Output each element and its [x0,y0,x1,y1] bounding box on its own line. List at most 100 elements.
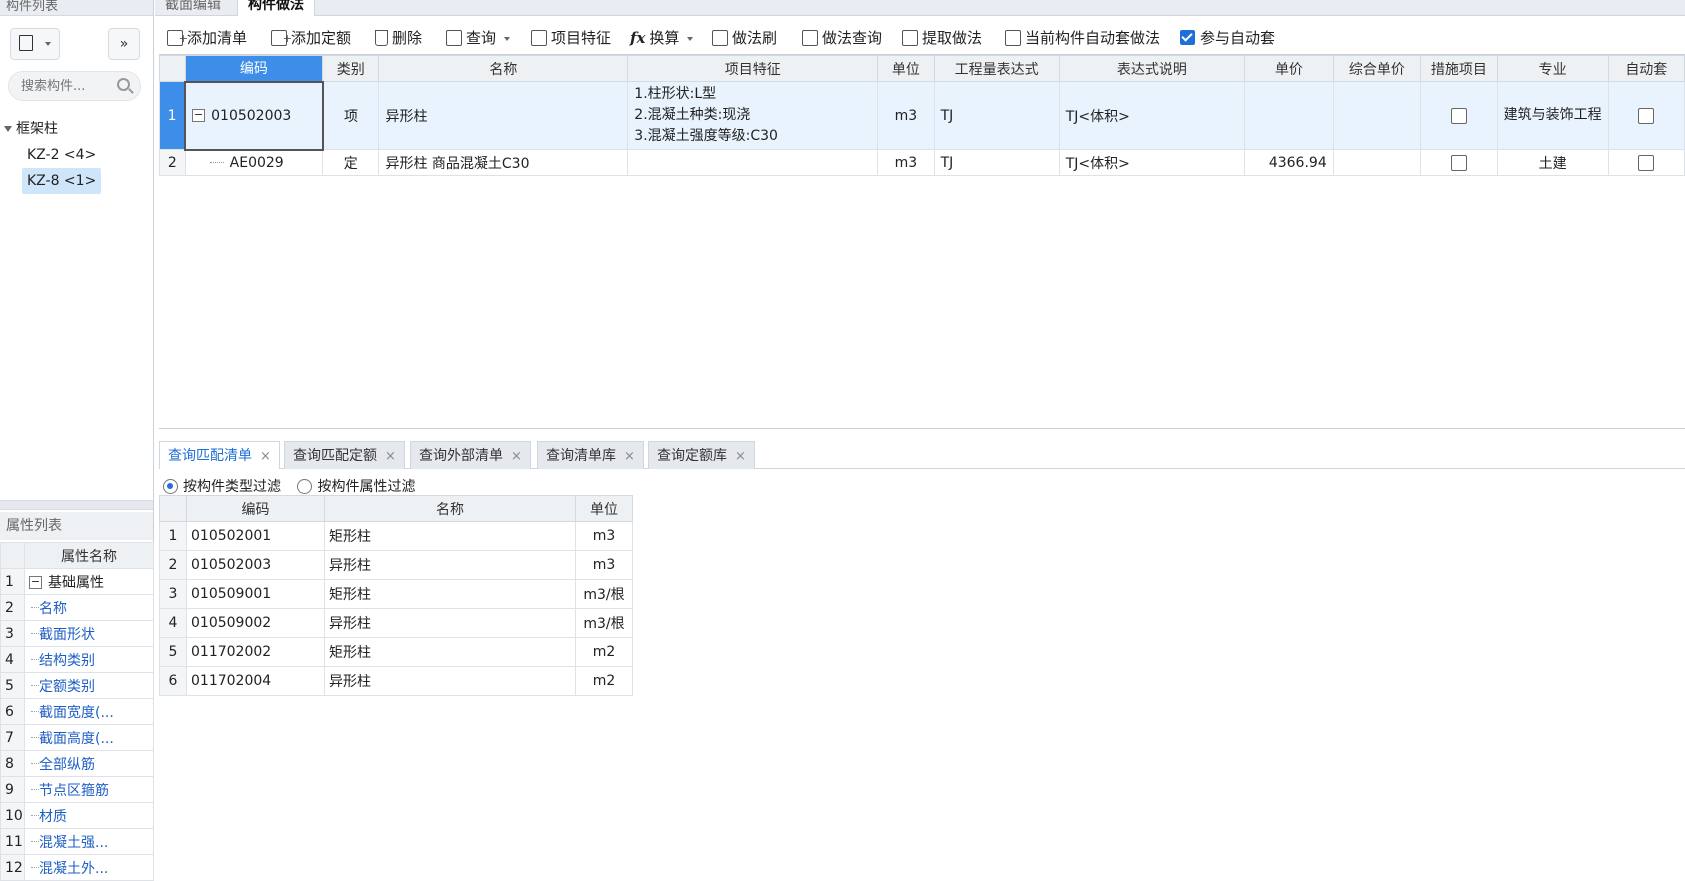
col-header-auto[interactable]: 自动套 [1607,55,1685,82]
convert-button[interactable]: fx 换算 [630,24,694,52]
cell-type[interactable]: 定 [322,149,380,176]
attr-row[interactable]: 2 名称 [0,594,154,621]
table-row[interactable]: 2 AE0029 定 异形柱 商品混凝土C30 m3 TJ TJ<体积> 436… [159,149,1685,176]
match-col-unit[interactable]: 单位 [575,495,633,522]
cell-name[interactable]: 异形柱 [378,81,629,150]
filter-by-type-radio[interactable] [163,479,178,494]
checkbox-checked-icon[interactable] [1180,30,1195,45]
table-row[interactable]: 1 −010502003 项 异形柱 1.柱形状:L型 2.混凝土种类:现浇 3… [159,80,1685,151]
col-header-expr-desc[interactable]: 表达式说明 [1058,55,1246,82]
cell-unit[interactable]: m3 [877,149,935,176]
close-icon[interactable]: × [385,449,396,464]
tree-item-kz2[interactable]: KZ-2 <4> [22,142,101,168]
col-header-expr[interactable]: 工程量表达式 [933,55,1060,82]
col-header-type[interactable]: 类别 [322,55,380,82]
attr-row[interactable]: 4 结构类别 [0,646,154,673]
add-list-button[interactable]: 添加清单 [167,24,247,53]
attr-row[interactable]: 12 混凝土外... [0,854,154,881]
auto-checkbox[interactable] [1638,107,1655,124]
method-brush-button[interactable]: 做法刷 [712,24,777,52]
collapse-icon[interactable]: − [29,576,42,589]
extract-method-button[interactable]: 提取做法 [902,24,982,52]
chevron-down-icon[interactable] [687,36,694,41]
cell-expr-desc[interactable]: TJ<体积> [1058,81,1246,150]
join-auto-checkbox[interactable]: 参与自动套 [1180,24,1275,52]
cell-unit[interactable]: m3 [877,81,935,150]
col-header-price[interactable]: 单价 [1244,55,1334,82]
tab-section-edit[interactable]: 截面编辑 [155,0,231,16]
attr-row[interactable]: 5 定额类别 [0,672,154,699]
attr-row[interactable]: 6 截面宽度(... [0,698,154,725]
cell-total-price[interactable] [1332,149,1422,176]
cell-auto[interactable] [1607,81,1685,150]
cell-expr[interactable]: TJ [933,149,1060,176]
cell-price[interactable]: 4366.94 [1244,149,1334,176]
match-col-name[interactable]: 名称 [324,495,576,522]
chevron-down-icon[interactable] [504,36,511,41]
auto-apply-button[interactable]: 当前构件自动套做法 [1005,24,1160,52]
col-header-unit[interactable]: 单位 [877,55,935,82]
table-row[interactable]: 3 010509001 矩形柱 m3/根 [159,579,633,609]
cell-code[interactable]: AE0029 [184,149,324,176]
attr-row[interactable]: 7 截面高度(... [0,724,154,751]
search-icon[interactable] [117,78,130,91]
table-row[interactable]: 2 010502003 异形柱 m3 [159,550,633,580]
measure-checkbox[interactable] [1450,107,1467,124]
col-header-feature[interactable]: 项目特征 [627,55,879,82]
cell-feature[interactable]: 1.柱形状:L型 2.混凝土种类:现浇 3.混凝土强度等级:C30 [627,81,879,150]
attr-row[interactable]: 10 材质 [0,802,154,829]
new-component-button[interactable] [10,28,60,60]
caret-down-icon[interactable] [4,126,12,132]
tree-item-kz8[interactable]: KZ-8 <1> [22,168,102,194]
table-row[interactable]: 4 010509002 异形柱 m3/根 [159,608,633,638]
measure-checkbox[interactable] [1450,154,1467,171]
tab-quota-library[interactable]: 查询定额库 × [648,441,755,469]
attr-row[interactable]: 3 截面形状 [0,620,154,647]
add-quota-button[interactable]: 添加定额 [271,24,351,53]
filter-by-attr-radio[interactable] [297,479,313,494]
table-row[interactable]: 1 010502001 矩形柱 m3 [159,521,633,551]
cell-expr-desc[interactable]: TJ<体积> [1058,149,1246,176]
method-query-button[interactable]: 做法查询 [802,24,882,52]
col-header-total-price[interactable]: 综合单价 [1332,55,1422,82]
query-button[interactable]: 查询 [446,24,511,52]
tab-list-library[interactable]: 查询清单库 × [537,441,644,469]
table-row[interactable]: 5 011702002 矩形柱 m2 [159,637,633,667]
close-icon[interactable]: × [511,449,522,464]
close-icon[interactable]: × [624,449,635,464]
cell-measure[interactable] [1420,81,1498,150]
cell-specialty[interactable]: 建筑与装饰工程 [1496,81,1609,150]
cell-specialty[interactable]: 土建 [1496,149,1609,176]
tab-external-list[interactable]: 查询外部清单 × [410,441,531,469]
component-search[interactable] [8,71,141,101]
attr-row[interactable]: 8 全部纵筋 [0,750,154,777]
cell-type[interactable]: 项 [322,81,380,150]
panel-splitter[interactable] [0,500,153,510]
attr-row[interactable]: 9 节点区箍筋 [0,776,154,803]
table-row[interactable]: 6 011702004 异形柱 m2 [159,666,633,696]
cell-measure[interactable] [1420,149,1498,176]
close-icon[interactable]: × [260,449,271,464]
cell-expr[interactable]: TJ [933,81,1060,150]
col-header-code[interactable]: 编码 [184,55,324,82]
cell-name[interactable]: 异形柱 商品混凝土C30 [378,149,629,176]
component-search-input[interactable] [9,72,109,100]
tab-match-quota[interactable]: 查询匹配定额 × [284,441,405,469]
cell-feature[interactable] [627,149,879,176]
attr-row[interactable]: 1− 基础属性 [0,568,154,595]
collapse-icon[interactable]: − [192,109,206,122]
tab-match-list[interactable]: 查询匹配清单 × [159,441,280,469]
expand-panel-button[interactable]: » [108,28,140,60]
item-feature-button[interactable]: 项目特征 [531,24,611,52]
col-header-name[interactable]: 名称 [378,55,629,82]
col-header-measure[interactable]: 措施项目 [1420,55,1498,82]
cell-auto[interactable] [1607,149,1685,176]
cell-total-price[interactable] [1332,81,1422,150]
grid-corner[interactable] [159,55,186,82]
attr-row[interactable]: 11 混凝土强... [0,828,154,855]
match-col-code[interactable]: 编码 [186,495,325,522]
cell-code[interactable]: −010502003 [184,80,324,151]
delete-button[interactable]: 删除 [375,24,422,52]
auto-checkbox[interactable] [1638,154,1655,171]
close-icon[interactable]: × [735,449,746,464]
